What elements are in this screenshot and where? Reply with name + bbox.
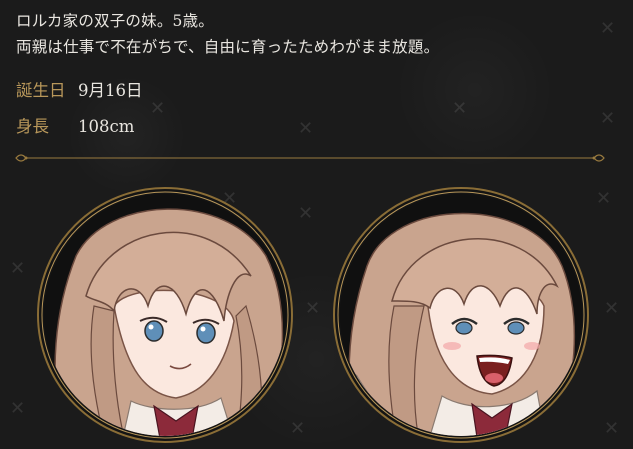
bg-pattern-mark: ✕ — [452, 98, 468, 119]
bg-pattern-mark: ✕ — [10, 258, 26, 279]
birthday-label: 誕生日 — [16, 81, 66, 100]
bg-pattern-mark: ✕ — [604, 298, 620, 319]
bg-pattern-mark: ✕ — [298, 118, 314, 139]
bg-pattern-mark: ✕ — [305, 298, 321, 319]
bg-pattern-mark: ✕ — [10, 398, 26, 419]
ornamental-divider — [15, 154, 605, 162]
bg-pattern-mark: ✕ — [150, 98, 166, 119]
bg-pattern-mark: ✕ — [596, 188, 612, 209]
description-line-2: 両親は仕事で不在がちで、自由に育ったためわがまま放題。 — [16, 38, 440, 56]
character-illustration — [333, 187, 589, 443]
height-label: 身長 — [16, 117, 49, 136]
character-description: ロルカ家の双子の妹。5歳。 両親は仕事で不在がちで、自由に育ったためわがまま放題… — [16, 8, 439, 60]
bg-pattern-mark: ✕ — [298, 203, 314, 224]
height-row: 身長 108cm — [16, 116, 134, 138]
description-line-1: ロルカ家の双子の妹。5歳。 — [16, 12, 214, 30]
birthday-row: 誕生日 9月16日 — [16, 80, 143, 102]
bg-pattern-mark: ✕ — [600, 18, 616, 39]
height-value: 108cm — [78, 117, 135, 136]
bg-pattern-mark: ✕ — [604, 418, 620, 439]
portrait-laughing — [332, 186, 590, 444]
character-illustration — [37, 187, 293, 443]
birthday-value: 9月16日 — [78, 81, 143, 100]
bg-pattern-mark: ✕ — [600, 108, 616, 129]
portrait-calm — [36, 186, 294, 444]
